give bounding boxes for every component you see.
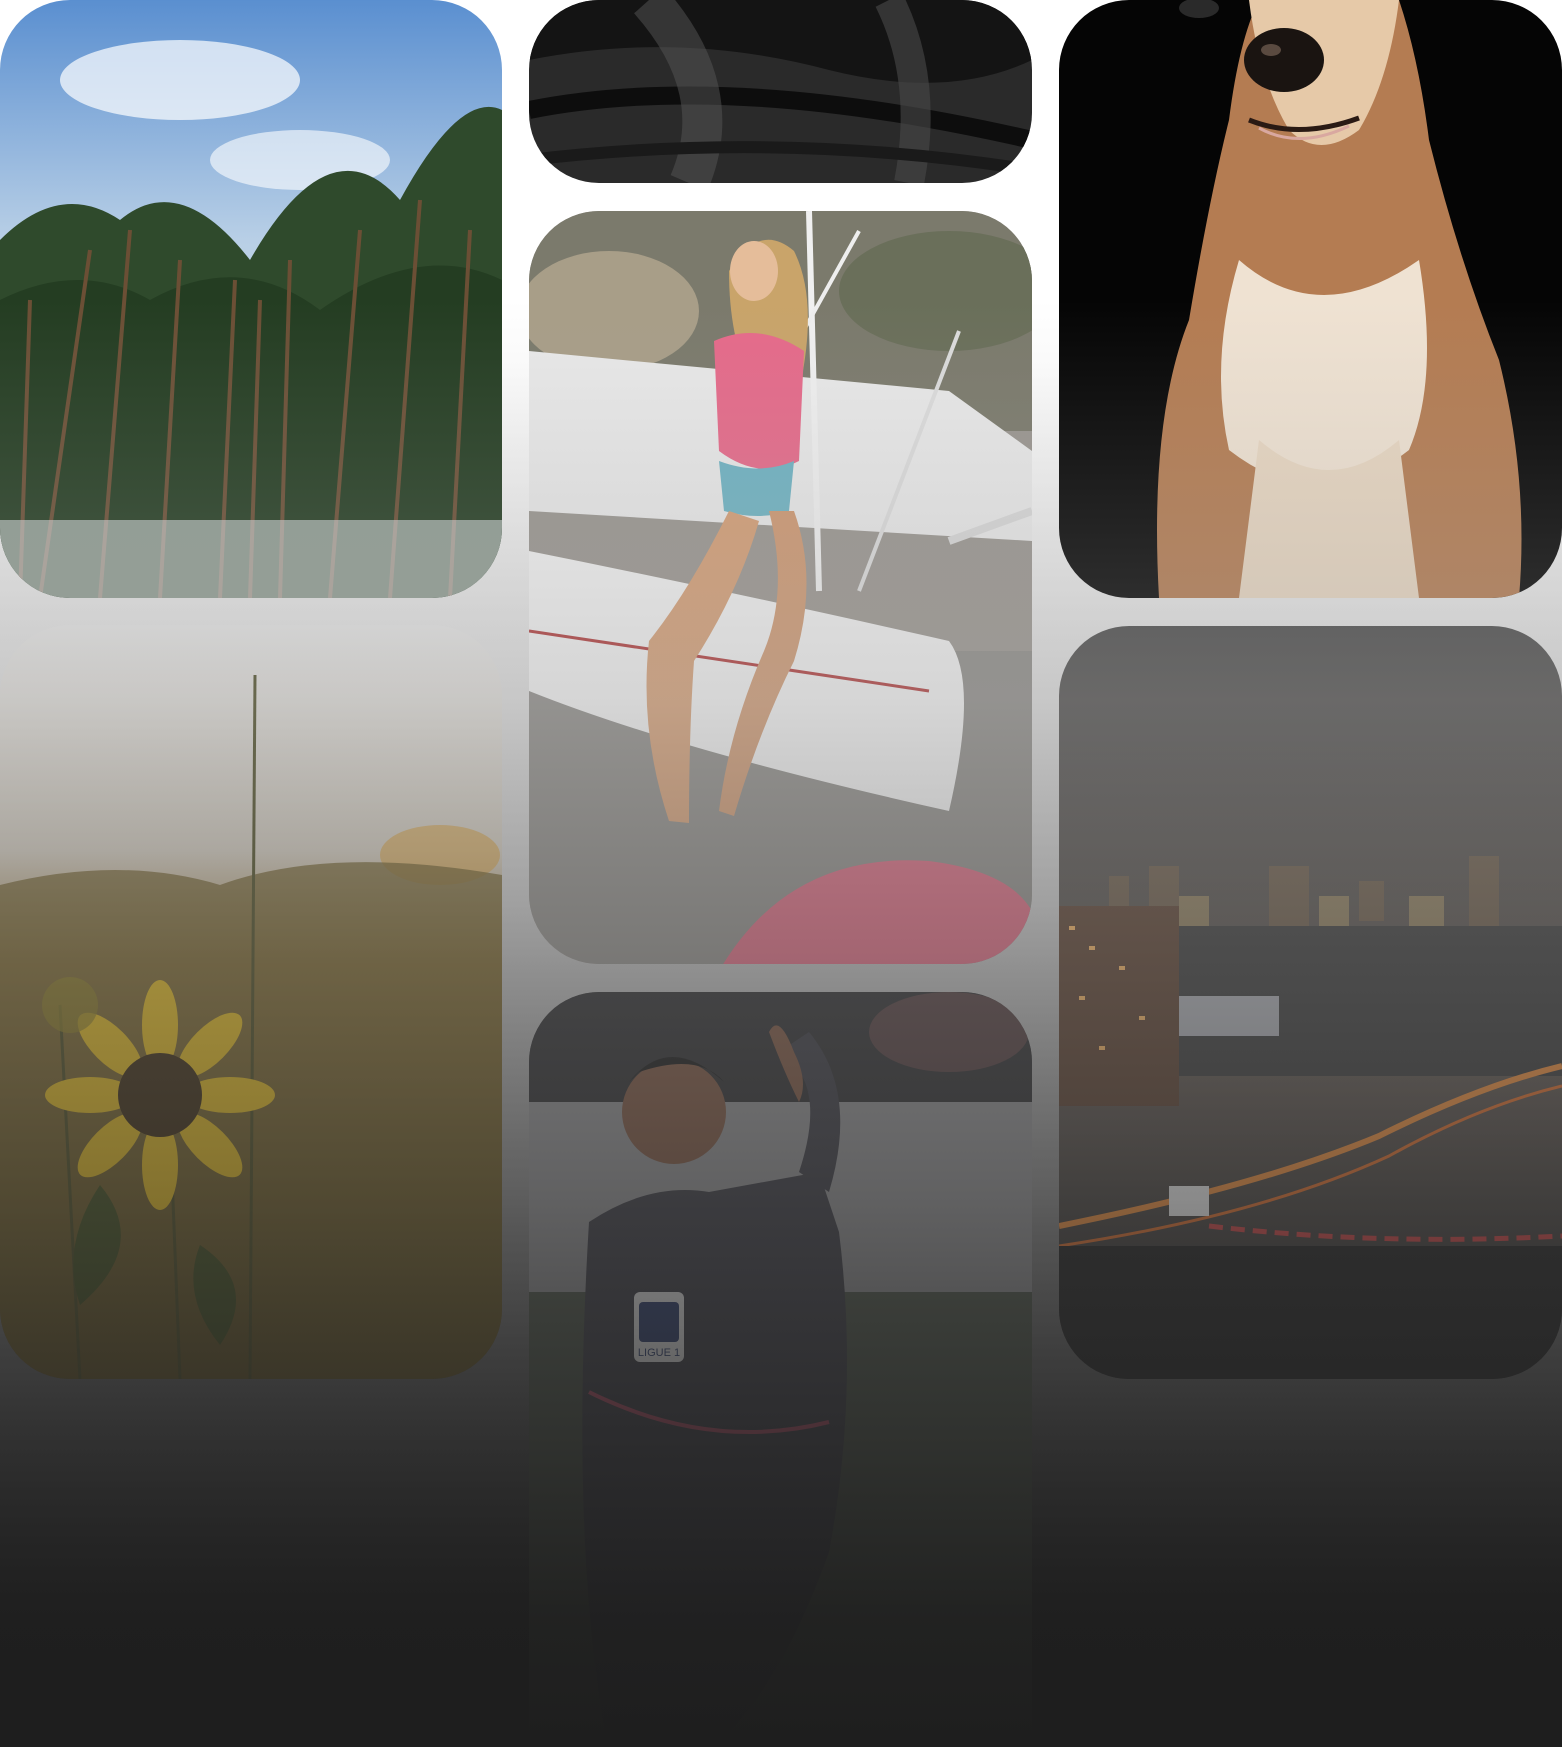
photo-gallery: LIGUE 1	[0, 0, 1562, 1747]
football-player-photo-tile[interactable]: LIGUE 1	[529, 992, 1032, 1747]
football-player-photo-icon: LIGUE 1	[529, 992, 1032, 1747]
dark-abstract-photo-icon	[529, 0, 1032, 183]
dark-abstract-photo-tile[interactable]	[529, 0, 1032, 183]
forest-photo-icon	[0, 0, 502, 598]
sunflower-photo-tile[interactable]	[0, 625, 502, 1379]
ligue-badge-text: LIGUE 1	[638, 1347, 680, 1359]
forest-photo-tile[interactable]	[0, 0, 502, 598]
city-night-photo-tile[interactable]	[1059, 626, 1562, 1379]
dog-portrait-photo-tile[interactable]	[1059, 0, 1562, 598]
sunflower-photo-icon	[0, 625, 502, 1379]
woman-on-catamaran-photo-tile[interactable]	[529, 211, 1032, 964]
woman-on-catamaran-photo-icon	[529, 211, 1032, 964]
city-night-photo-icon	[1059, 626, 1562, 1379]
dog-portrait-photo-icon	[1059, 0, 1562, 598]
